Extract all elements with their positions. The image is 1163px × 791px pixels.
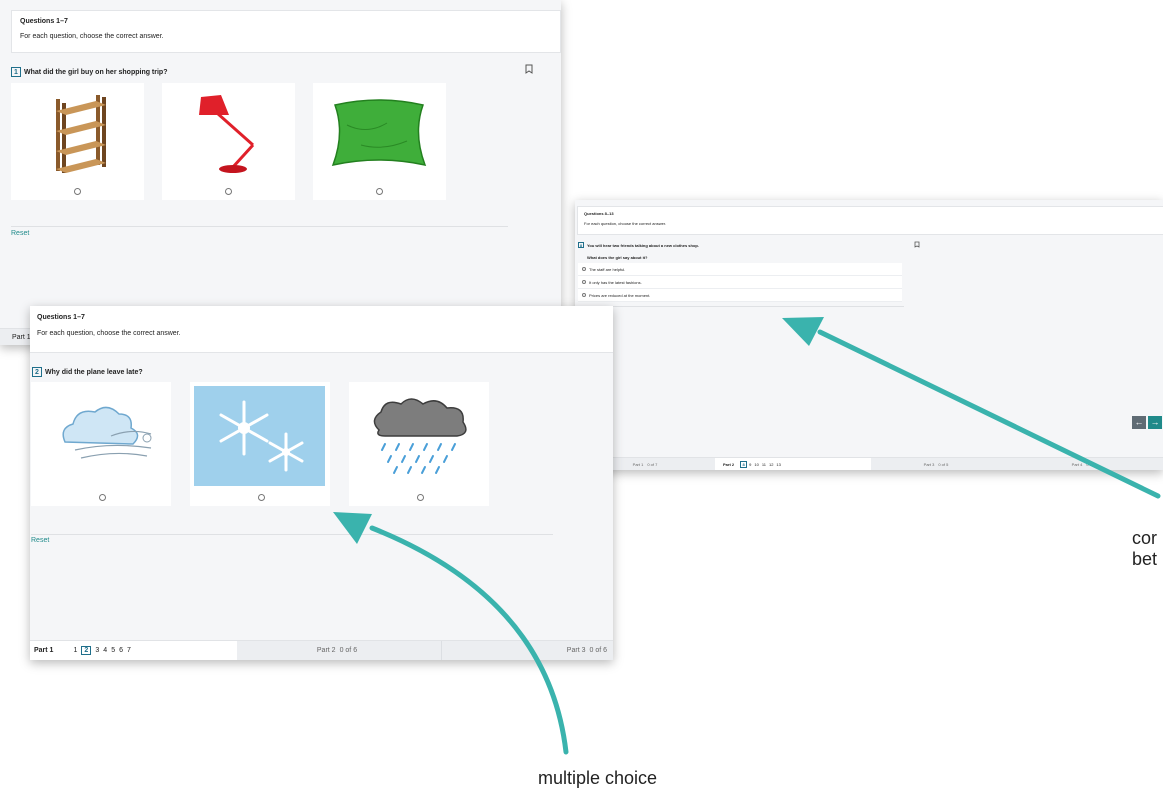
callout-arrows	[333, 317, 1161, 755]
callout-multiple-choice: multiple choice	[538, 768, 658, 788]
callout-right-line-1: cor	[1132, 528, 1158, 548]
arrow-head-left	[333, 512, 372, 544]
callout-right-line-2: bet	[1132, 549, 1158, 569]
arrow-to-question-8	[817, 329, 1161, 499]
arrow-to-multiple-choice	[369, 525, 569, 755]
